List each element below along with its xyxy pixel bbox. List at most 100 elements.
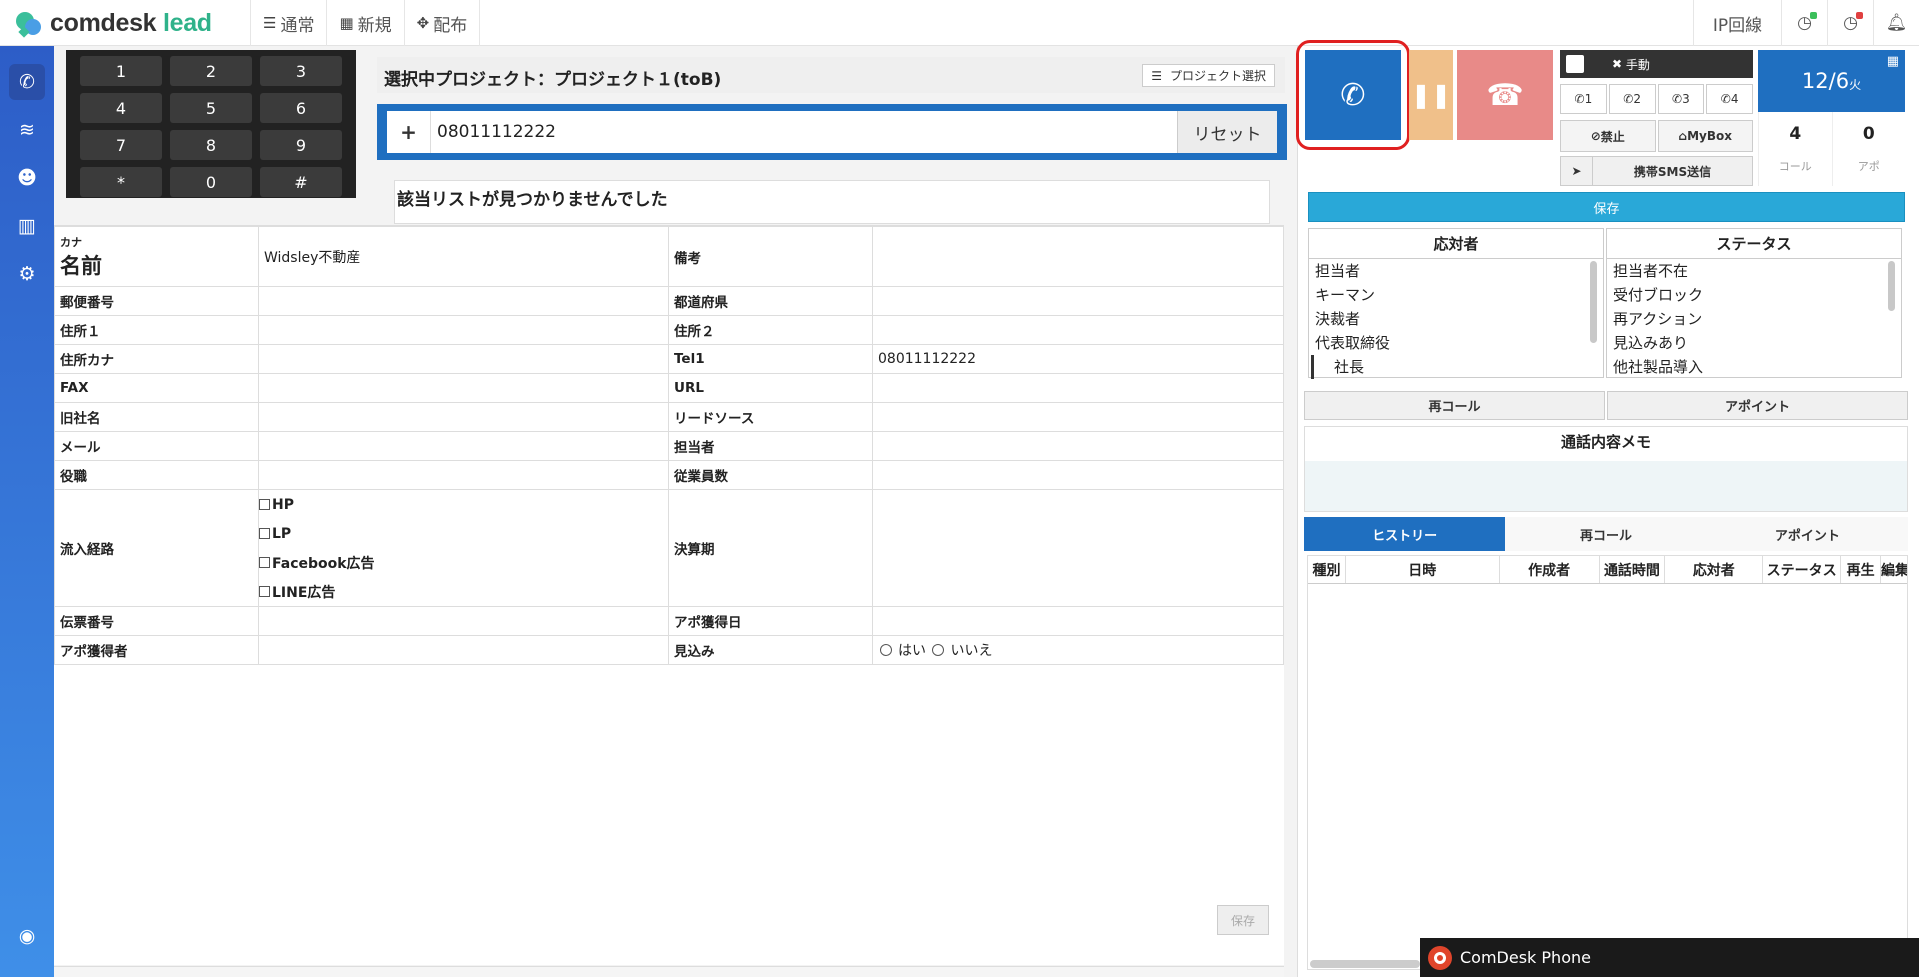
nav-normal[interactable]: ☰ 通常 (250, 0, 326, 46)
key-star[interactable]: * (80, 167, 162, 197)
voucher-value[interactable] (258, 606, 669, 636)
column-header[interactable]: 日時 (1346, 556, 1500, 583)
key-1[interactable]: 1 (80, 56, 162, 86)
inflow-checkbox-line[interactable]: LINE広告 (259, 577, 668, 606)
former-name-value[interactable] (258, 402, 669, 432)
key-7[interactable]: 7 (80, 130, 162, 160)
memo-textarea[interactable] (1305, 461, 1907, 511)
timer-green-icon[interactable]: ◷ (1781, 0, 1827, 46)
key-4[interactable]: 4 (80, 93, 162, 123)
bell-icon[interactable]: 🔔︎ (1873, 0, 1919, 46)
database-icon[interactable]: ≋ (9, 112, 45, 148)
address1-value[interactable] (258, 315, 669, 345)
hangup-button[interactable]: ☎ (1457, 50, 1553, 140)
recall-button[interactable]: 再コール (1304, 391, 1605, 420)
plus-button[interactable]: + (387, 111, 431, 153)
employees-value[interactable] (872, 460, 1284, 490)
toggle-switch[interactable] (1566, 55, 1584, 73)
nav-distribute[interactable]: ✥ 配布 (403, 0, 481, 46)
address-kana-value[interactable] (258, 344, 669, 374)
settlement-value[interactable] (872, 489, 1284, 607)
app-logo[interactable]: comdesk lead (14, 6, 212, 40)
url-value[interactable] (872, 373, 1284, 403)
sms-send-button[interactable]: ➤ 携帯SMS送信 (1560, 156, 1753, 186)
phone-icon[interactable]: ✆ (9, 64, 45, 100)
inflow-checkbox-lp[interactable]: LP (259, 519, 668, 548)
timer-red-icon[interactable]: ◷ (1827, 0, 1873, 46)
address2-value[interactable] (872, 315, 1284, 345)
key-9[interactable]: 9 (260, 130, 342, 160)
column-header[interactable]: 通話時間 (1600, 556, 1666, 583)
phone-number-input[interactable] (431, 111, 1177, 153)
list-item[interactable]: 再アクション (1607, 307, 1901, 331)
apo-person-value[interactable] (258, 635, 669, 665)
list-item[interactable]: 受付ブロック (1607, 283, 1901, 307)
users-icon[interactable]: ☻ (9, 160, 45, 196)
list-item[interactable]: 担当者 (1309, 259, 1603, 283)
column-header[interactable]: 応対者 (1665, 556, 1764, 583)
column-header[interactable]: 編集 (1881, 556, 1907, 583)
chart-icon[interactable]: ▥ (9, 208, 45, 244)
prospect-no-radio[interactable] (932, 644, 945, 656)
history-scrollbar[interactable] (1310, 960, 1420, 968)
nav-new[interactable]: ▦ 新規 (326, 0, 403, 46)
list-item[interactable]: 担当者不在 (1607, 259, 1901, 283)
key-3[interactable]: 3 (260, 56, 342, 86)
tel1-value[interactable]: 08011112222 (872, 344, 1284, 374)
name-value[interactable]: Widsley不動産 (258, 226, 669, 287)
tab-history[interactable]: ヒストリー (1304, 517, 1506, 551)
column-header[interactable]: 種別 (1308, 556, 1346, 583)
list-item[interactable]: 決裁者 (1309, 307, 1603, 331)
user-circle-icon[interactable]: ◉ (9, 918, 45, 954)
inflow-checkbox-facebook[interactable]: Facebook広告 (259, 548, 668, 577)
postal-code-label: 郵便番号 (54, 286, 259, 316)
key-hash[interactable]: # (260, 167, 342, 197)
line-3-button[interactable]: ✆ 3 (1657, 84, 1705, 114)
email-value[interactable] (258, 431, 669, 461)
key-5[interactable]: 5 (170, 93, 252, 123)
apo-date-value[interactable] (872, 606, 1284, 636)
key-6[interactable]: 6 (260, 93, 342, 123)
comdesk-phone-bar[interactable]: ComDesk Phone (1420, 938, 1919, 977)
manual-toggle[interactable]: ✖ 手動 (1560, 50, 1753, 78)
list-item[interactable]: 見込みあり (1607, 331, 1901, 355)
list-item[interactable]: 他社製品導入 (1607, 355, 1901, 379)
key-0[interactable]: 0 (170, 167, 252, 197)
mybox-button[interactable]: ⌂ MyBox (1657, 120, 1753, 152)
form-save-button[interactable]: 保存 (1217, 905, 1269, 935)
list-item[interactable]: キーマン (1309, 283, 1603, 307)
scrollbar[interactable] (1590, 261, 1597, 343)
fax-value[interactable] (258, 373, 669, 403)
remarks-field[interactable] (872, 226, 1284, 287)
ip-line-label[interactable]: IP回線 (1693, 0, 1781, 46)
postal-code-value[interactable] (258, 286, 669, 316)
lead-source-value[interactable] (872, 402, 1284, 432)
tab-recall[interactable]: 再コール (1505, 517, 1707, 551)
reset-button[interactable]: リセット (1177, 111, 1277, 153)
list-item[interactable]: 代表取締役 (1309, 331, 1603, 355)
list-item[interactable]: 社長 (1311, 355, 1603, 379)
calendar-icon[interactable]: ▦ (1887, 54, 1899, 69)
column-header[interactable]: 再生 (1841, 556, 1882, 583)
prefecture-value[interactable] (872, 286, 1284, 316)
horizontal-scrollbar[interactable] (54, 966, 1284, 977)
person-in-charge-value[interactable] (872, 431, 1284, 461)
appoint-button[interactable]: アポイント (1607, 391, 1908, 420)
line-2-button[interactable]: ✆ 2 (1608, 84, 1656, 114)
prospect-yes-radio[interactable] (880, 644, 892, 656)
key-8[interactable]: 8 (170, 130, 252, 160)
hold-button[interactable]: ❚❚ (1409, 50, 1453, 140)
call-save-button[interactable]: 保存 (1308, 192, 1905, 222)
inflow-checkbox-hp[interactable]: HP (259, 490, 668, 519)
column-header[interactable]: ステータス (1763, 556, 1842, 583)
column-header[interactable]: 作成者 (1500, 556, 1600, 583)
key-2[interactable]: 2 (170, 56, 252, 86)
gear-icon[interactable]: ⚙ (9, 256, 45, 292)
scrollbar[interactable] (1888, 261, 1895, 311)
tab-appoint[interactable]: アポイント (1706, 517, 1908, 551)
block-button[interactable]: ⊘ 禁止 (1560, 120, 1656, 152)
position-value[interactable] (258, 460, 669, 490)
line-4-button[interactable]: ✆ 4 (1706, 84, 1753, 114)
line-1-button[interactable]: ✆ 1 (1560, 84, 1607, 114)
project-select-button[interactable]: ☰ プロジェクト選択 (1142, 64, 1275, 87)
